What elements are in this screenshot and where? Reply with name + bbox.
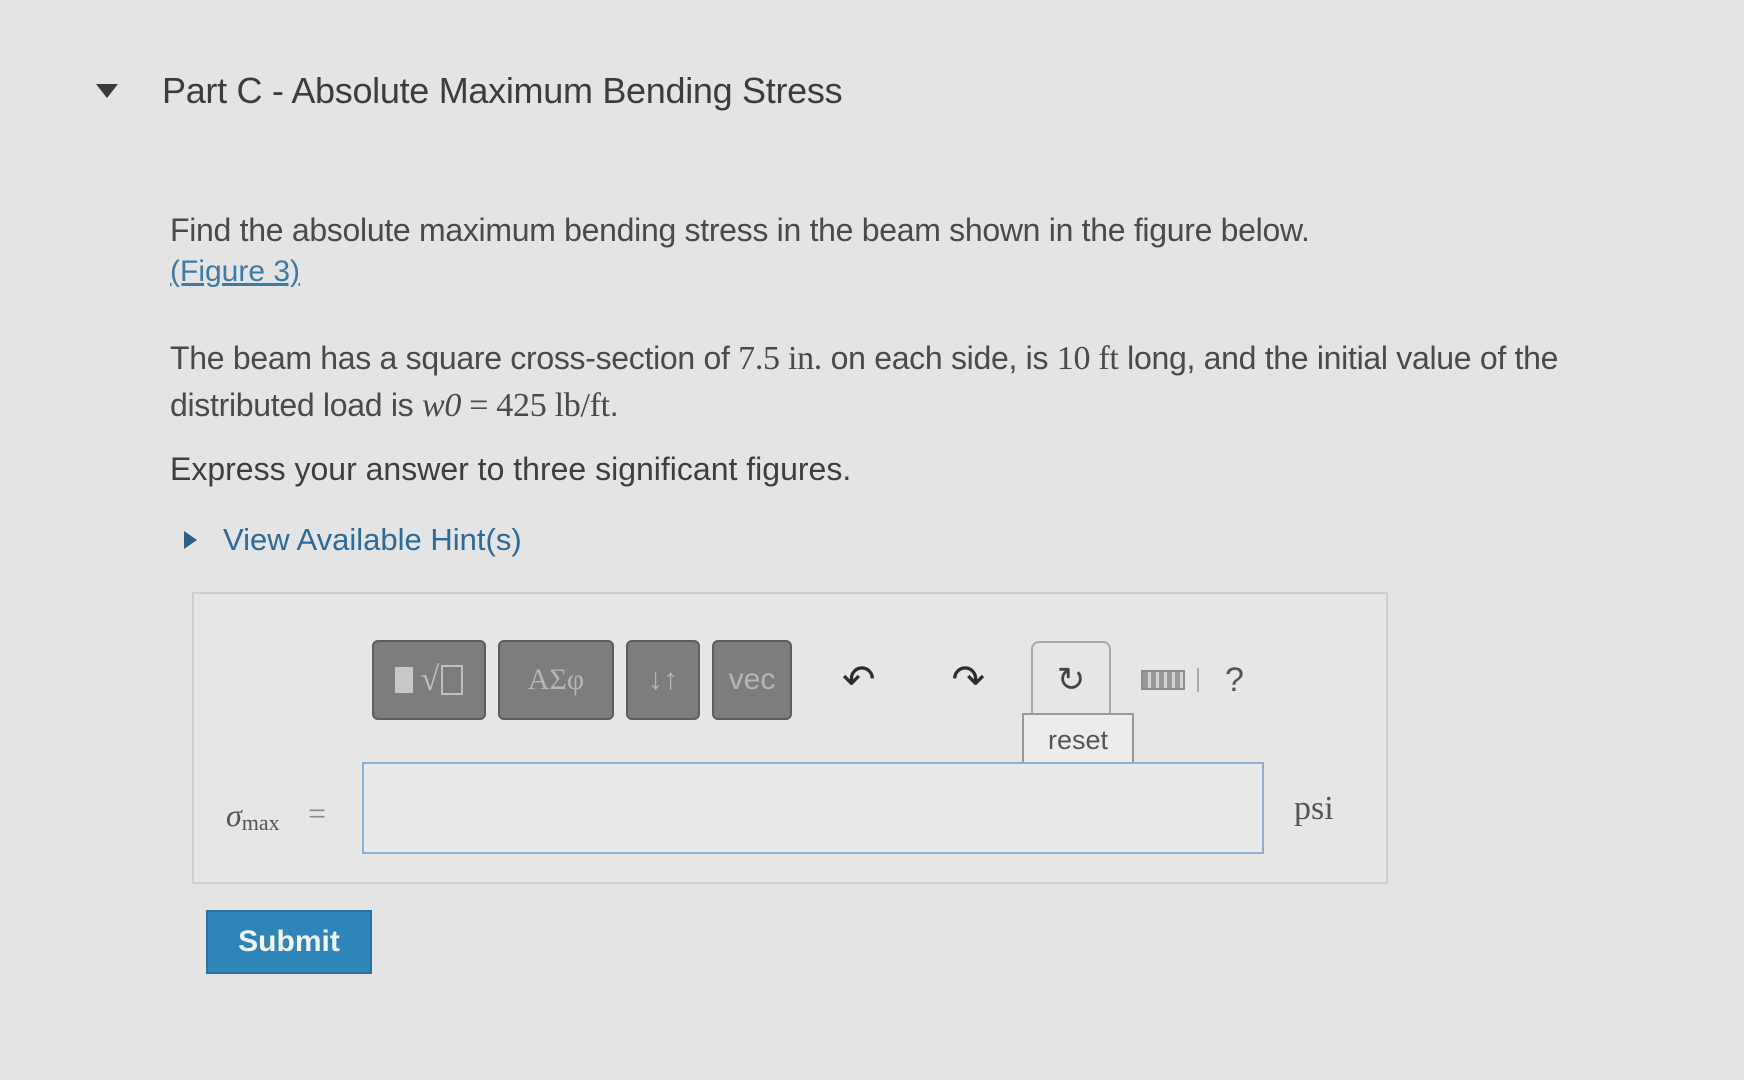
answer-variable: σmax (226, 797, 280, 836)
load-value: 425 lb/ft (496, 387, 610, 424)
instructions: Express your answer to three significant… (170, 451, 852, 487)
redo-icon[interactable]: ↷ (952, 657, 986, 703)
help-icon[interactable]: ? (1225, 661, 1244, 700)
part-header[interactable]: Part C - Absolute Maximum Bending Stress (96, 70, 843, 112)
template-box-icon (441, 665, 464, 695)
part-title: Part C - Absolute Maximum Bending Stress (162, 70, 843, 111)
greek-letters-button[interactable]: ΑΣφ (498, 640, 614, 720)
side-value: 7.5 in. (738, 340, 823, 377)
template-square-icon (394, 667, 413, 693)
question-body: Find the absolute maximum bending stress… (170, 212, 1670, 488)
keyboard-icon[interactable] (1141, 670, 1186, 690)
collapse-caret-icon[interactable] (96, 84, 118, 98)
reset-icon: ↻ (1056, 661, 1086, 699)
submit-button[interactable]: Submit (206, 910, 372, 974)
answer-unit: psi (1294, 790, 1334, 827)
answer-input[interactable] (362, 762, 1264, 854)
expand-caret-icon (184, 531, 197, 549)
equals-sign: = (308, 795, 327, 831)
templates-button[interactable]: √ (372, 640, 486, 720)
question-prompt: Find the absolute maximum bending stress… (170, 212, 1310, 248)
vector-button[interactable]: vec (712, 640, 792, 720)
length-value: 10 ft (1056, 340, 1119, 377)
math-toolbar: √ ΑΣφ ↓↑ vec ↶ ↷ ↻ ? (372, 640, 1244, 720)
problem-description: The beam has a square cross-section of 7… (170, 340, 1559, 424)
arrows-button[interactable]: ↓↑ (626, 640, 700, 720)
reset-button[interactable]: ↻ (1031, 641, 1112, 719)
radical-icon: √ (420, 661, 440, 698)
undo-icon[interactable]: ↶ (842, 657, 876, 703)
toolbar-divider (1197, 668, 1200, 692)
figure-link[interactable]: (Figure 3) (170, 255, 300, 289)
hint-label: View Available Hint(s) (223, 522, 522, 557)
reset-tooltip: reset (1022, 713, 1134, 767)
view-hints-toggle[interactable]: View Available Hint(s) (184, 522, 522, 558)
load-symbol: w0 (421, 387, 462, 424)
